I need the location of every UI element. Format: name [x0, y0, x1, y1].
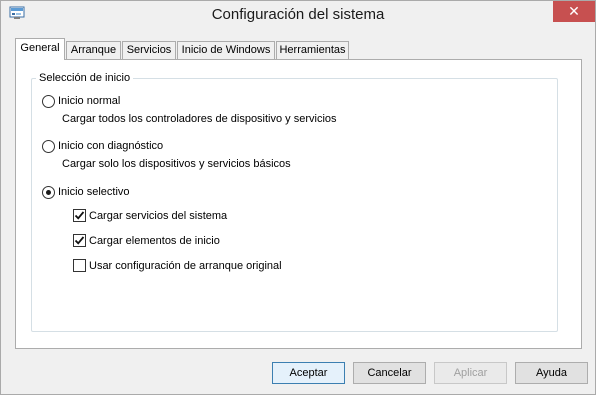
tab-general[interactable]: General	[15, 38, 65, 60]
normal-startup-label[interactable]: Inicio normal	[58, 95, 120, 107]
diagnostic-startup-description: Cargar solo los dispositivos y servicios…	[62, 158, 291, 170]
selective-startup-radio[interactable]	[42, 186, 55, 199]
system-configuration-window: Configuración del sistema ✕ General Arra…	[0, 0, 596, 395]
use-original-boot-config-checkbox[interactable]	[73, 259, 86, 272]
cancel-button[interactable]: Cancelar	[353, 362, 426, 384]
tab-arranque[interactable]: Arranque	[66, 41, 121, 59]
normal-startup-description: Cargar todos los controladores de dispos…	[62, 113, 337, 125]
checkmark-icon	[74, 211, 85, 220]
load-startup-items-checkbox[interactable]	[73, 234, 86, 247]
tab-servicios[interactable]: Servicios	[122, 41, 176, 59]
checkmark-icon	[74, 236, 85, 245]
diagnostic-startup-radio[interactable]	[42, 140, 55, 153]
load-startup-items-label[interactable]: Cargar elementos de inicio	[89, 235, 220, 247]
selective-startup-label[interactable]: Inicio selectivo	[58, 186, 130, 198]
use-original-boot-config-label[interactable]: Usar configuración de arranque original	[89, 260, 282, 272]
startup-selection-label: Selección de inicio	[36, 72, 134, 84]
close-button[interactable]: ✕	[553, 1, 595, 22]
tab-herramientas[interactable]: Herramientas	[276, 41, 349, 59]
general-tab-panel: Selección de inicio Inicio normal Cargar…	[15, 59, 582, 349]
apply-button[interactable]: Aplicar	[434, 362, 507, 384]
window-title: Configuración del sistema	[211, 6, 385, 23]
close-icon: ✕	[568, 3, 580, 19]
help-button[interactable]: Ayuda	[515, 362, 588, 384]
load-system-services-label[interactable]: Cargar servicios del sistema	[89, 210, 227, 222]
accept-button[interactable]: Aceptar	[272, 362, 345, 384]
title-bar[interactable]: Configuración del sistema ✕	[1, 1, 595, 30]
load-system-services-checkbox[interactable]	[73, 209, 86, 222]
radio-selected-dot	[46, 190, 51, 195]
normal-startup-radio[interactable]	[42, 95, 55, 108]
diagnostic-startup-label[interactable]: Inicio con diagnóstico	[58, 140, 163, 152]
tab-inicio-de-windows[interactable]: Inicio de Windows	[177, 41, 275, 59]
